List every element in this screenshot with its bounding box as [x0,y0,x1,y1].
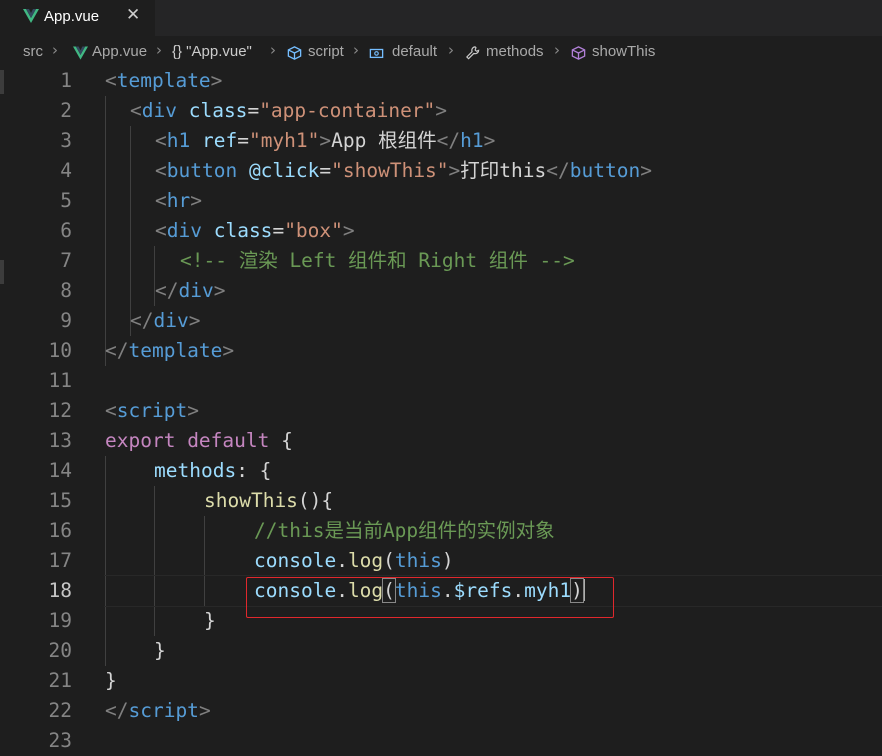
code-line: 3 <h1 ref="myh1">App 根组件</h1> [0,126,882,156]
vue-icon [23,9,39,23]
breadcrumb: src › App.vue › {} "App.vue" › script › … [0,38,882,66]
cube-icon [287,46,302,60]
line-number: 7 [60,249,72,272]
line-number: 20 [48,639,72,662]
breadcrumb-item-showthis[interactable]: showThis [592,43,655,60]
code-line: 10 </template> [0,336,882,366]
code-line: 6 <div class="box"> [0,216,882,246]
code-line: 5 <hr> [0,186,882,216]
line-number: 5 [60,189,72,212]
tab-app-vue[interactable]: App.vue ✕ [0,0,155,36]
code-line: 21 } [0,666,882,696]
code-line: 13 export default { [0,426,882,456]
chevron-right-icon: › [52,41,58,59]
chevron-right-icon: › [448,41,454,59]
line-number: 8 [60,279,72,302]
code-editor[interactable]: 1 <template> 2 <div class="app-container… [0,66,882,752]
line-number: 6 [60,219,72,242]
field-icon [369,48,384,59]
wrench-icon [466,46,480,60]
code-line: 11 [0,366,882,396]
code-line: 15 showThis(){ [0,486,882,516]
chevron-right-icon: › [156,41,162,59]
code-line: 12 <script> [0,396,882,426]
breadcrumb-item-file[interactable]: App.vue [92,43,147,60]
code-line: 22 </script> [0,696,882,726]
chevron-right-icon: › [554,41,560,59]
line-number: 23 [48,729,72,752]
line-number: 22 [48,699,72,722]
line-number: 2 [60,99,72,122]
close-icon[interactable]: ✕ [126,5,140,25]
breadcrumb-item-module[interactable]: {} "App.vue" [172,43,252,60]
line-number: 12 [48,399,72,422]
line-number: 3 [60,129,72,152]
chevron-right-icon: › [353,41,359,59]
line-number: 14 [48,459,72,482]
cube-icon [571,46,586,60]
line-number: 9 [60,309,72,332]
line-number: 11 [48,369,72,392]
code-line: 14 methods: { [0,456,882,486]
code-line: 8 </div> [0,276,882,306]
code-line: 16 //this是当前App组件的实例对象 [0,516,882,546]
chevron-right-icon: › [270,41,276,59]
tab-label: App.vue [44,8,100,25]
code-line: 17 console.log(this) [0,546,882,576]
line-number: 17 [48,549,72,572]
breadcrumb-item-src[interactable]: src [23,43,43,60]
code-line: 9 </div> [0,306,882,336]
breadcrumb-item-script[interactable]: script [308,43,344,60]
annotation-highlight-box [246,577,614,618]
breadcrumb-item-default[interactable]: default [392,43,437,60]
line-number: 13 [48,429,72,452]
code-line: 7 <!-- 渲染 Left 组件和 Right 组件 --> [0,246,882,276]
code-line: 4 <button @click="showThis">打印this</butt… [0,156,882,186]
line-number: 4 [60,159,72,182]
line-number: 18 [48,579,72,602]
tab-bar: App.vue ✕ [0,0,882,36]
line-number: 10 [48,339,72,362]
line-number: 21 [48,669,72,692]
code-line: 23 [0,726,882,756]
breadcrumb-item-methods[interactable]: methods [486,43,544,60]
code-line: 2 <div class="app-container"> [0,96,882,126]
line-number: 15 [48,489,72,512]
vue-icon [73,46,88,60]
code-line: 20 } [0,636,882,666]
code-line: 1 <template> [0,66,882,96]
line-number: 19 [48,609,72,632]
line-number: 1 [60,69,72,92]
line-number: 16 [48,519,72,542]
